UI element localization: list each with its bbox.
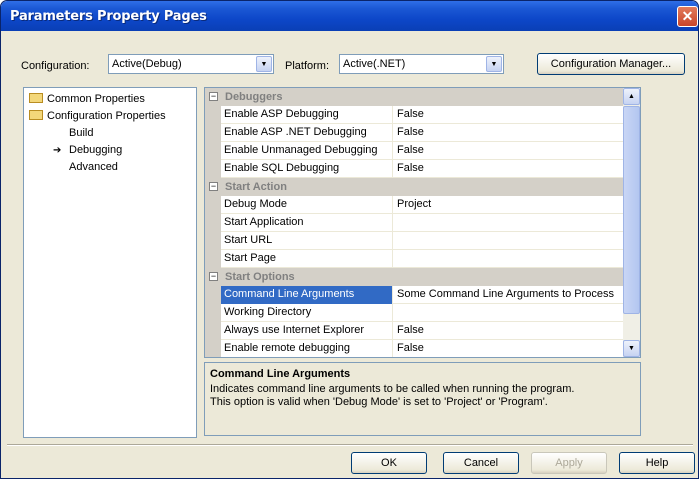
apply-button[interactable]: Apply xyxy=(531,452,607,474)
tree-item-debugging[interactable]: ➔ Debugging xyxy=(53,142,122,158)
row-gutter xyxy=(205,250,221,268)
property-name: Enable ASP Debugging xyxy=(221,106,393,124)
property-name: Enable Unmanaged Debugging xyxy=(221,142,393,160)
close-icon[interactable]: ✕ xyxy=(677,6,698,27)
description-line-2: This option is valid when 'Debug Mode' i… xyxy=(210,396,548,408)
property-value[interactable]: False xyxy=(394,340,623,357)
tree-item-configuration-properties[interactable]: Configuration Properties xyxy=(29,108,166,124)
property-row[interactable]: Working Directory xyxy=(205,304,623,322)
row-gutter xyxy=(205,232,221,250)
ok-button[interactable]: OK xyxy=(351,452,427,474)
row-gutter xyxy=(205,142,221,160)
property-value[interactable]: False xyxy=(394,106,623,124)
tree-item-label: Build xyxy=(69,127,94,139)
row-gutter xyxy=(205,322,221,340)
property-value[interactable]: False xyxy=(394,160,623,178)
category-label: Start Action xyxy=(225,181,287,193)
property-row[interactable]: Enable ASP .NET Debugging False xyxy=(205,124,623,142)
scroll-down-icon[interactable]: ▼ xyxy=(623,340,640,357)
property-row[interactable]: Start Page xyxy=(205,250,623,268)
tree-item-label: Advanced xyxy=(69,161,118,173)
folder-icon xyxy=(29,110,43,121)
property-row[interactable]: Enable Unmanaged Debugging False xyxy=(205,142,623,160)
configuration-label: Configuration: xyxy=(21,60,90,72)
property-row[interactable]: Debug Mode Project xyxy=(205,196,623,214)
property-name: Enable SQL Debugging xyxy=(221,160,393,178)
property-tree[interactable]: Common Properties Configuration Properti… xyxy=(23,87,197,438)
separator xyxy=(7,444,693,446)
property-value[interactable] xyxy=(394,304,623,322)
property-name: Start Page xyxy=(221,250,393,268)
property-row[interactable]: Enable ASP Debugging False xyxy=(205,106,623,124)
category-label: Start Options xyxy=(225,271,295,283)
property-name: Start URL xyxy=(221,232,393,250)
configuration-value: Active(Debug) xyxy=(112,58,182,70)
tree-item-build[interactable]: Build xyxy=(69,125,93,141)
property-pages-window: Parameters Property Pages ✕ Configuratio… xyxy=(0,0,699,479)
property-name: Always use Internet Explorer xyxy=(221,322,393,340)
property-value[interactable]: False xyxy=(394,124,623,142)
dropdown-arrow-icon[interactable]: ▼ xyxy=(256,56,272,72)
tree-item-label: Configuration Properties xyxy=(47,110,166,122)
property-name: Working Directory xyxy=(221,304,393,322)
property-row-selected[interactable]: Command Line Arguments Some Command Line… xyxy=(205,286,623,304)
property-value[interactable]: False xyxy=(394,322,623,340)
platform-label: Platform: xyxy=(285,60,330,72)
property-name: Start Application xyxy=(221,214,393,232)
platform-value: Active(.NET) xyxy=(343,58,406,70)
property-row[interactable]: Start URL xyxy=(205,232,623,250)
scroll-up-icon[interactable]: ▲ xyxy=(623,88,640,105)
property-value[interactable] xyxy=(394,214,623,232)
property-row[interactable]: Enable remote debugging False xyxy=(205,340,623,357)
property-grid[interactable]: − Debuggers Enable ASP Debugging False E… xyxy=(204,87,641,358)
property-name: Enable remote debugging xyxy=(221,340,393,357)
tree-item-label: Common Properties xyxy=(47,93,145,105)
vertical-scrollbar[interactable]: ▲ ▼ xyxy=(623,88,640,357)
row-gutter xyxy=(205,286,221,304)
category-start-action[interactable]: − Start Action xyxy=(205,178,623,196)
property-name: Enable ASP .NET Debugging xyxy=(221,124,393,142)
folder-icon xyxy=(29,93,43,104)
category-debuggers[interactable]: − Debuggers xyxy=(205,88,623,106)
row-gutter xyxy=(205,304,221,322)
configuration-dropdown[interactable]: Active(Debug) ▼ xyxy=(108,54,274,74)
property-value[interactable] xyxy=(394,250,623,268)
row-gutter xyxy=(205,196,221,214)
property-row[interactable]: Enable SQL Debugging False xyxy=(205,160,623,178)
property-value[interactable]: False xyxy=(394,142,623,160)
platform-dropdown[interactable]: Active(.NET) ▼ xyxy=(339,54,504,74)
description-line-1: Indicates command line arguments to be c… xyxy=(210,383,575,395)
category-label: Debuggers xyxy=(225,91,283,103)
collapse-icon[interactable]: − xyxy=(209,272,218,281)
collapse-icon[interactable]: − xyxy=(209,92,218,101)
row-gutter xyxy=(205,160,221,178)
property-value[interactable]: Some Command Line Arguments to Process xyxy=(394,286,623,304)
tree-item-advanced[interactable]: Advanced xyxy=(69,159,118,175)
help-button[interactable]: Help xyxy=(619,452,695,474)
property-value[interactable]: Project xyxy=(394,196,623,214)
property-value[interactable] xyxy=(394,232,623,250)
property-row[interactable]: Start Application xyxy=(205,214,623,232)
row-gutter xyxy=(205,106,221,124)
cancel-button[interactable]: Cancel xyxy=(443,452,519,474)
description-title: Command Line Arguments xyxy=(210,368,351,380)
row-gutter xyxy=(205,340,221,357)
description-panel: Command Line Arguments Indicates command… xyxy=(204,362,641,436)
collapse-icon[interactable]: − xyxy=(209,182,218,191)
property-row[interactable]: Always use Internet Explorer False xyxy=(205,322,623,340)
property-name: Command Line Arguments xyxy=(221,286,393,304)
tree-item-label: Debugging xyxy=(69,144,123,156)
selected-arrow-icon: ➔ xyxy=(53,145,62,156)
category-start-options[interactable]: − Start Options xyxy=(205,268,623,286)
tree-item-common-properties[interactable]: Common Properties xyxy=(29,91,145,107)
row-gutter xyxy=(205,124,221,142)
dropdown-arrow-icon[interactable]: ▼ xyxy=(486,56,502,72)
scroll-thumb[interactable] xyxy=(623,106,640,314)
window-title: Parameters Property Pages xyxy=(10,9,207,24)
title-bar[interactable]: Parameters Property Pages ✕ xyxy=(1,1,698,31)
property-name: Debug Mode xyxy=(221,196,393,214)
configuration-manager-button[interactable]: Configuration Manager... xyxy=(537,53,685,75)
row-gutter xyxy=(205,214,221,232)
